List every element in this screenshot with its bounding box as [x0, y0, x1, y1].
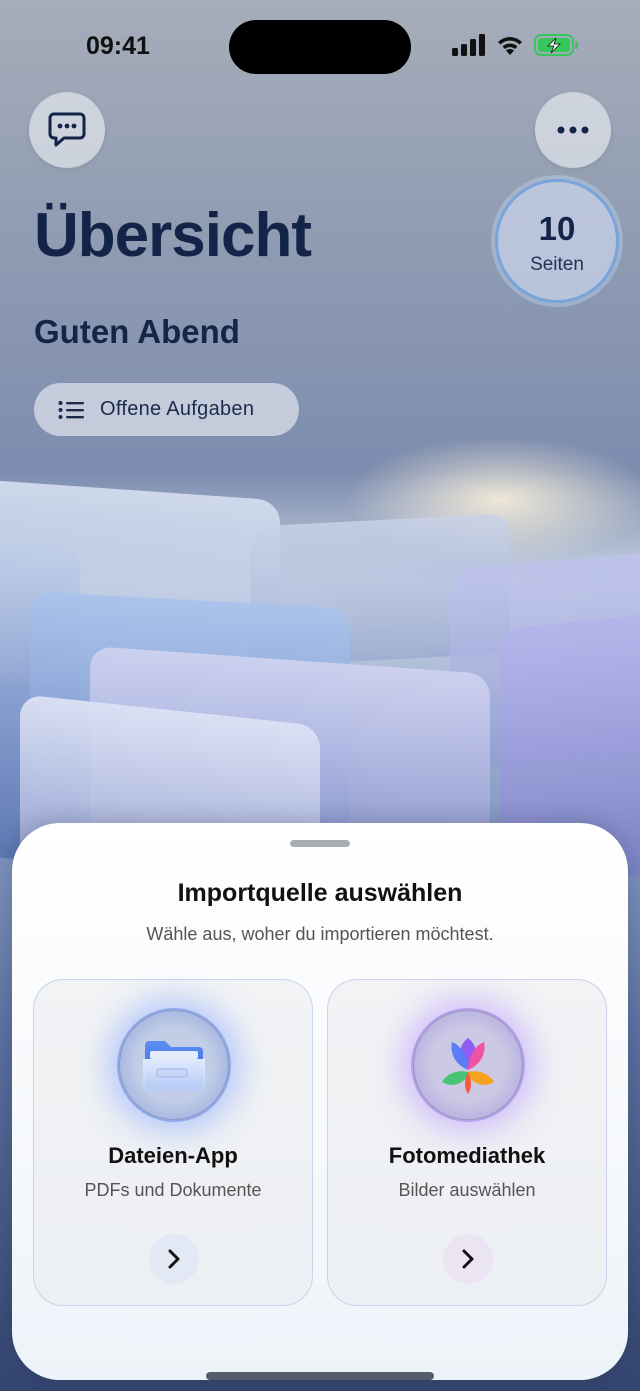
battery-charging-icon [534, 34, 578, 56]
files-option-arrow-button[interactable] [149, 1234, 199, 1284]
sheet-subtitle: Wähle aus, woher du importieren möchtest… [146, 924, 494, 944]
files-option-title: Dateien-App [108, 1143, 238, 1168]
sheet-grabber[interactable] [290, 840, 350, 847]
app-screen: 09:41 Übersicht Guten Abend 10 Seiten Of… [0, 0, 640, 1391]
list-icon [58, 400, 84, 419]
files-option-description: PDFs und Dokumente [84, 1180, 262, 1200]
folder-icon [143, 1041, 205, 1091]
import-source-sheet: Importquelle auswählen Wähle aus, woher … [12, 823, 628, 1380]
open-tasks-label: Offene Aufgaben [100, 398, 255, 420]
files-icon-container [117, 1008, 231, 1122]
status-bar: 09:41 [0, 0, 640, 90]
chevron-right-icon [168, 1249, 180, 1269]
open-tasks-button[interactable]: Offene Aufgaben [34, 383, 299, 436]
page-title: Übersicht [34, 201, 312, 270]
cellular-signal-icon [452, 34, 485, 56]
photos-flower-icon [442, 1038, 494, 1094]
chat-button[interactable] [29, 92, 105, 168]
more-options-button[interactable] [535, 92, 611, 168]
status-time: 09:41 [86, 32, 150, 60]
photos-option-description: Bilder auswählen [398, 1180, 536, 1200]
pages-count-value: 10 [538, 210, 576, 247]
ellipsis-icon [557, 126, 589, 134]
import-option-photo-library[interactable]: Fotomediathek Bilder auswählen [327, 979, 607, 1306]
home-indicator[interactable] [206, 1372, 434, 1380]
chevron-right-icon [462, 1249, 474, 1269]
photos-option-title: Fotomediathek [388, 1143, 546, 1168]
dynamic-island [229, 20, 411, 74]
chat-bubble-icon [48, 112, 86, 147]
status-icons [452, 34, 580, 56]
photos-option-arrow-button[interactable] [443, 1234, 493, 1284]
wifi-icon [498, 37, 522, 55]
pages-count-badge[interactable]: 10 Seiten [495, 179, 619, 303]
pages-count-label: Seiten [530, 254, 584, 275]
photos-icon-container [411, 1008, 525, 1122]
import-option-files-app[interactable]: Dateien-App PDFs und Dokumente [33, 979, 313, 1306]
greeting-text: Guten Abend [34, 313, 240, 350]
sheet-title: Importquelle auswählen [177, 879, 463, 907]
